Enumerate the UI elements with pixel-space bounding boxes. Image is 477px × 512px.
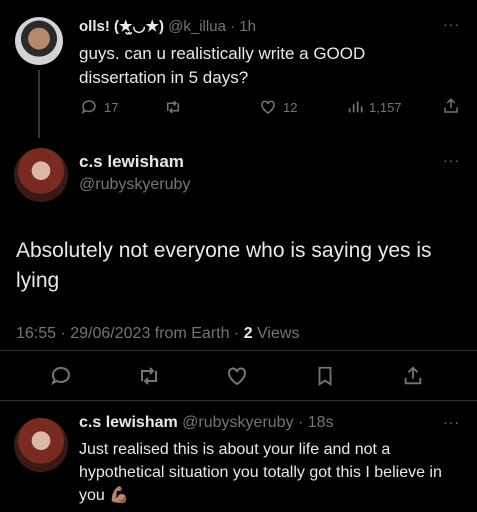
main-timestamp: 16:55 · 29/06/2023 from Earth · — [16, 325, 244, 342]
tweet1-view-count: 1,157 — [369, 100, 402, 115]
like-icon[interactable] — [258, 97, 278, 117]
retweet-icon[interactable] — [162, 97, 184, 117]
main-display-name[interactable]: c.s lewisham — [79, 152, 184, 172]
avatar-olls[interactable] — [15, 17, 63, 65]
views-icon[interactable] — [345, 97, 365, 117]
divider-top — [0, 350, 477, 351]
reply-text: Just realised this is about your life an… — [79, 441, 442, 504]
main-views-label: Views — [257, 325, 300, 342]
reply-header: c.s lewisham @rubyskyeruby · 18s — [79, 414, 334, 431]
tweet1-header: olls! (★̫◡★) @k_illua · 1h — [79, 18, 256, 35]
tweet1-reply-count: 17 — [104, 100, 119, 115]
main-retweet-icon[interactable] — [136, 363, 162, 389]
main-bookmark-icon[interactable] — [312, 363, 338, 389]
share-icon[interactable] — [441, 96, 461, 116]
reply-more-icon[interactable]: ··· — [443, 414, 460, 430]
main-reply-icon[interactable] — [48, 363, 74, 389]
main-views-count: 2 — [243, 325, 253, 342]
avatar-lewisham[interactable] — [14, 148, 68, 202]
reply-handle[interactable]: @rubyskyeruby — [182, 414, 293, 431]
flexed-biceps-emoji: 💪🏽 — [109, 487, 130, 504]
main-timestamp-row: 16:55 · 29/06/2023 from Earth · 2 Views — [16, 325, 299, 343]
main-more-icon[interactable]: ··· — [443, 152, 460, 168]
avatar-reply-lewisham[interactable] — [14, 418, 68, 472]
main-handle[interactable]: @rubyskyeruby — [79, 176, 190, 194]
tweet1-like-count: 12 — [283, 100, 298, 115]
reply-display-name[interactable]: c.s lewisham — [79, 414, 178, 431]
tweet1-text: guys. can u realistically write a GOOD d… — [79, 44, 366, 87]
main-tweet-text: Absolutely not everyone who is saying ye… — [16, 239, 432, 292]
reply-icon[interactable] — [79, 97, 99, 117]
thread-line — [38, 70, 40, 138]
divider-bottom — [0, 400, 477, 401]
tweet1-time[interactable]: 1h — [239, 18, 256, 35]
reply-time[interactable]: 18s — [308, 414, 334, 431]
tweet1-more-icon[interactable]: ··· — [443, 16, 460, 32]
reply-text-block: Just realised this is about your life an… — [79, 438, 464, 507]
main-share-icon[interactable] — [400, 363, 426, 389]
main-like-icon[interactable] — [224, 363, 250, 389]
tweet1-display-name[interactable]: olls! (★̫◡★) — [79, 18, 164, 35]
tweet1-handle[interactable]: @k_illua — [168, 18, 226, 35]
